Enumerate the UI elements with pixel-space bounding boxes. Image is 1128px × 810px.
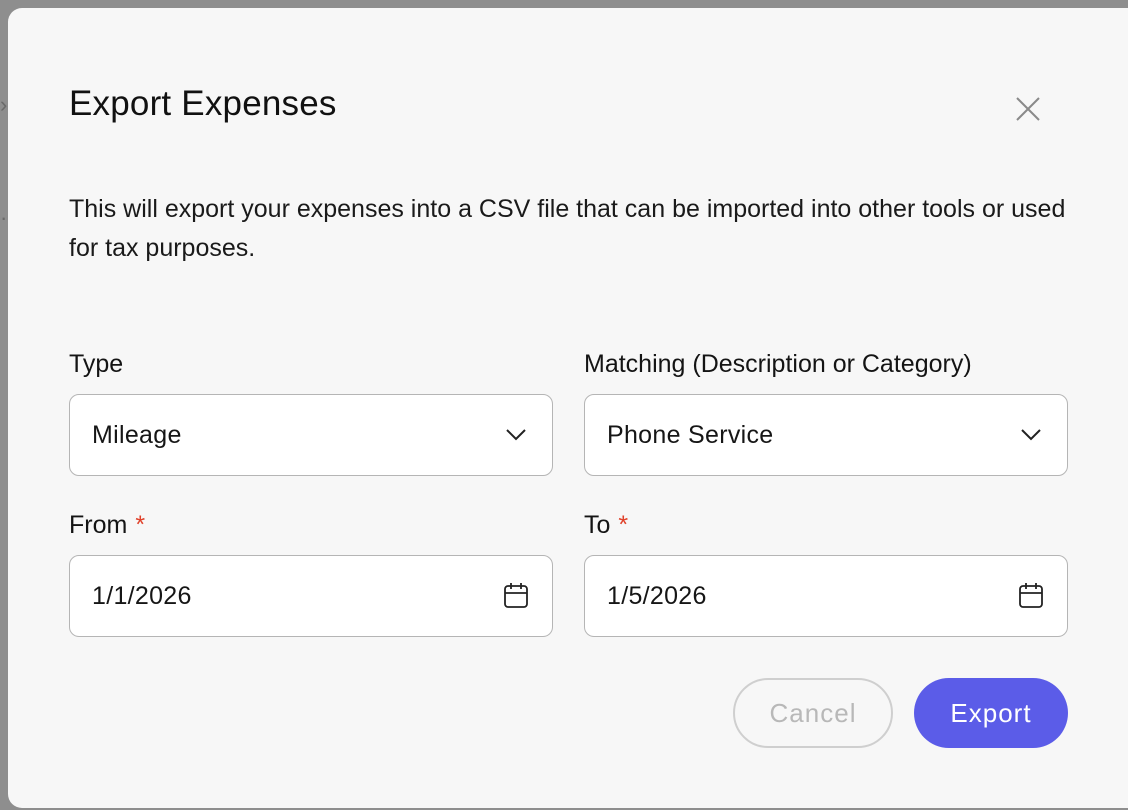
type-select[interactable]: Mileage — [69, 394, 553, 476]
export-button[interactable]: Export — [914, 678, 1068, 748]
to-label: To * — [584, 511, 628, 540]
close-icon — [1016, 97, 1040, 121]
backdrop-fragment: · — [0, 205, 8, 230]
backdrop-fragment: › — [0, 92, 8, 117]
chevron-down-icon — [1017, 421, 1045, 449]
required-indicator: * — [135, 511, 146, 539]
from-label-text: From — [69, 511, 128, 539]
dialog-title: Export Expenses — [69, 84, 337, 123]
export-expenses-dialog: Export Expenses This will export your ex… — [8, 8, 1128, 808]
matching-label: Matching (Description or Category) — [584, 350, 972, 378]
matching-selected-value: Phone Service — [607, 420, 774, 449]
required-indicator: * — [618, 511, 629, 539]
matching-select[interactable]: Phone Service — [584, 394, 1068, 476]
from-date-input[interactable]: 1/1/2026 — [69, 555, 553, 637]
calendar-icon[interactable] — [1017, 582, 1045, 610]
to-label-text: To — [584, 511, 611, 539]
type-selected-value: Mileage — [92, 420, 182, 449]
to-date-value: 1/5/2026 — [607, 581, 707, 610]
chevron-down-icon — [502, 421, 530, 449]
dialog-description: This will export your expenses into a CS… — [69, 195, 1066, 262]
cancel-button[interactable]: Cancel — [733, 678, 893, 748]
from-label: From * — [69, 511, 145, 540]
calendar-icon[interactable] — [502, 582, 530, 610]
to-date-input[interactable]: 1/5/2026 — [584, 555, 1068, 637]
type-label: Type — [69, 350, 124, 378]
close-button[interactable] — [1012, 93, 1044, 125]
from-date-value: 1/1/2026 — [92, 581, 192, 610]
